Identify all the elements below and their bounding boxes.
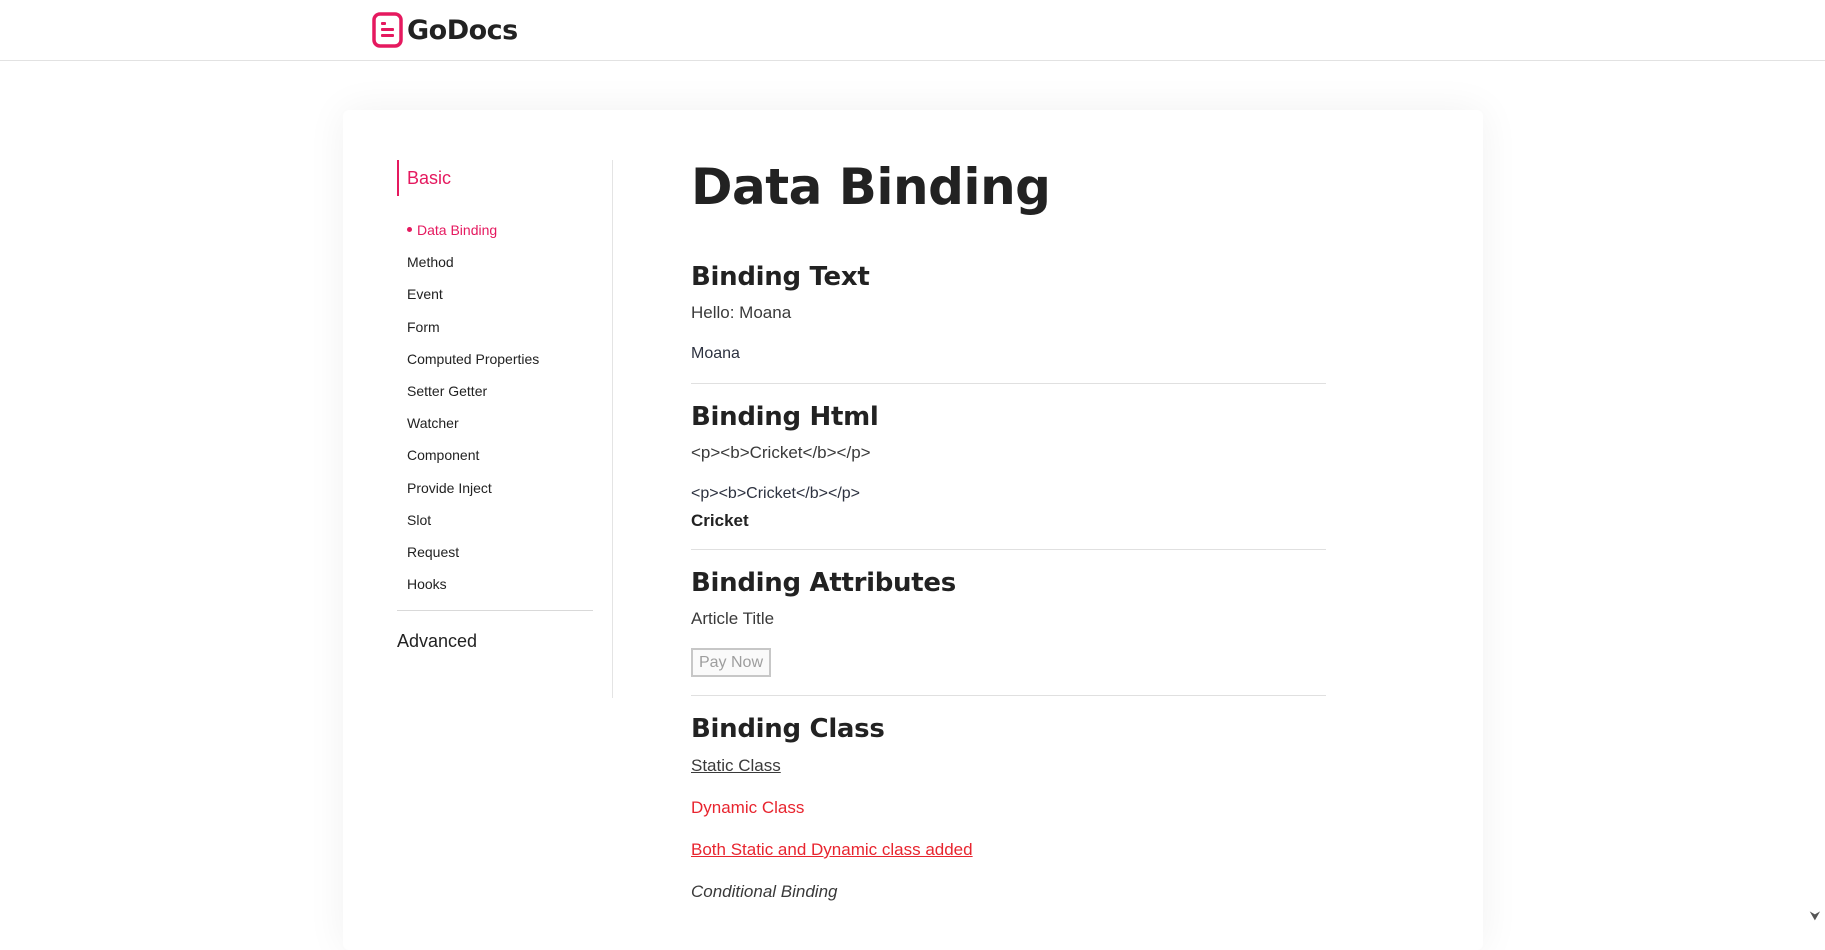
v-text-output: Moana bbox=[691, 345, 740, 363]
section-title: Binding Class bbox=[691, 714, 885, 744]
dynamic-class-text: Dynamic Class bbox=[691, 798, 804, 818]
binding-attributes-section: Binding Attributes Article Title Pay Now bbox=[691, 550, 1326, 696]
both-class-text: Both Static and Dynamic class added bbox=[691, 840, 973, 860]
binding-text-section: Binding Text Hello: Moana Moana bbox=[691, 262, 1326, 384]
brand-logo-link[interactable]: GoDocs bbox=[372, 12, 518, 48]
brand-name: GoDocs bbox=[407, 15, 518, 46]
v-html-output: Cricket bbox=[691, 511, 749, 531]
interpolated-html: <p><b>Cricket</b></p> bbox=[691, 443, 871, 463]
binding-html-section: Binding Html <p><b>Cricket</b></p> <p><b… bbox=[691, 384, 1326, 550]
top-navbar: GoDocs bbox=[0, 0, 1825, 61]
binding-class-section: Binding Class Static Class Dynamic Class… bbox=[691, 696, 1326, 916]
sidebar-item-method[interactable]: Method bbox=[407, 246, 593, 278]
sidebar-item-setter-getter[interactable]: Setter Getter bbox=[407, 375, 593, 407]
sidebar-item-slot[interactable]: Slot bbox=[407, 504, 593, 536]
sidebar-nav-list: Data Binding Method Event Form Computed … bbox=[397, 214, 593, 600]
sidebar-vertical-divider bbox=[612, 160, 613, 698]
pay-now-button[interactable]: Pay Now bbox=[691, 648, 771, 677]
sidebar-divider bbox=[397, 610, 593, 611]
section-title: Binding Text bbox=[691, 262, 869, 292]
static-class-text: Static Class bbox=[691, 756, 781, 776]
sidebar-item-form[interactable]: Form bbox=[407, 311, 593, 343]
document-icon bbox=[372, 12, 403, 48]
main-content: Data Binding Binding Text Hello: Moana M… bbox=[691, 156, 1326, 916]
sidebar-item-component[interactable]: Component bbox=[407, 439, 593, 471]
section-title: Binding Html bbox=[691, 402, 879, 432]
sidebar-section-basic[interactable]: Basic bbox=[397, 160, 593, 196]
article-title: Article Title bbox=[691, 609, 774, 629]
sidebar-item-computed-properties[interactable]: Computed Properties bbox=[407, 343, 593, 375]
sidebar-item-request[interactable]: Request bbox=[407, 536, 593, 568]
docs-card: Basic Data Binding Method Event Form Com… bbox=[343, 110, 1483, 950]
interpolated-text: Hello: Moana bbox=[691, 303, 791, 323]
sidebar-item-provide-inject[interactable]: Provide Inject bbox=[407, 472, 593, 504]
sidebar-item-data-binding[interactable]: Data Binding bbox=[407, 214, 593, 246]
sidebar: Basic Data Binding Method Event Form Com… bbox=[397, 160, 593, 652]
sidebar-item-event[interactable]: Event bbox=[407, 278, 593, 310]
chevron-down-icon[interactable]: ⮟ bbox=[1805, 906, 1825, 926]
section-title: Binding Attributes bbox=[691, 568, 956, 598]
sidebar-item-label: Data Binding bbox=[417, 222, 497, 238]
page-title: Data Binding bbox=[691, 156, 1326, 218]
sidebar-item-hooks[interactable]: Hooks bbox=[407, 568, 593, 600]
sidebar-item-watcher[interactable]: Watcher bbox=[407, 407, 593, 439]
v-text-html-output: <p><b>Cricket</b></p> bbox=[691, 485, 860, 503]
sidebar-section-advanced[interactable]: Advanced bbox=[397, 631, 593, 652]
active-dot-icon bbox=[407, 227, 412, 232]
conditional-binding-text: Conditional Binding bbox=[691, 882, 838, 902]
